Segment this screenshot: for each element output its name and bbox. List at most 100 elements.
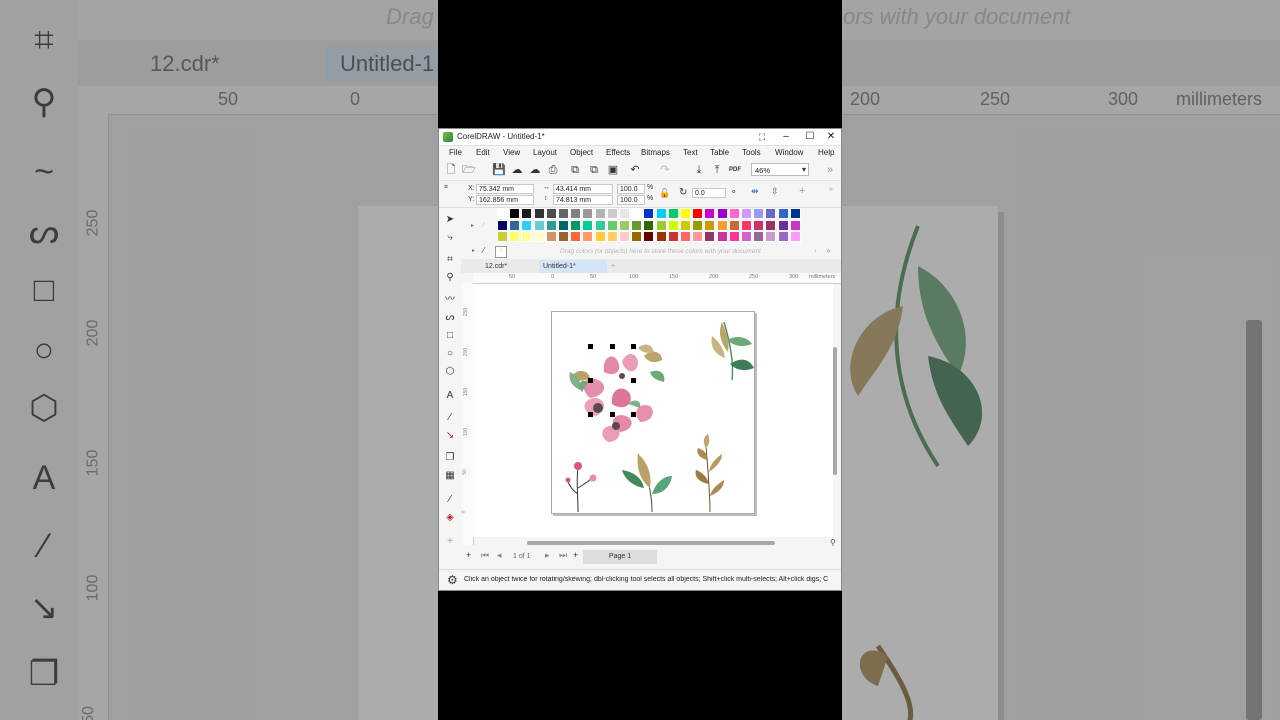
cloud-upload-icon[interactable]: ☁ [510,163,524,177]
color-swatch[interactable] [692,231,704,242]
color-swatch[interactable] [582,219,594,231]
color-swatch[interactable] [753,231,765,242]
cloud-save-icon[interactable]: ☁ [528,163,542,177]
color-swatch[interactable] [509,219,521,231]
color-swatch[interactable] [680,219,691,231]
crop-tool-icon[interactable]: ⌗ [443,253,457,267]
color-swatch[interactable] [521,219,533,231]
first-page-icon[interactable]: ⏮ [481,550,489,561]
color-swatch[interactable] [521,231,533,242]
color-swatch[interactable] [741,219,752,231]
color-swatch[interactable] [631,208,643,219]
color-swatch[interactable] [545,208,557,219]
color-swatch[interactable] [533,219,545,231]
color-swatch[interactable] [558,231,569,242]
rectangle-tool-icon[interactable]: □ [443,329,457,343]
color-swatch[interactable] [643,219,655,231]
copy-icon[interactable]: ⧉ [587,163,601,177]
color-swatch[interactable] [594,219,606,231]
color-swatch[interactable] [497,219,508,231]
zoom-navigator-icon[interactable]: ⚲ [830,538,836,547]
color-swatch[interactable] [545,231,557,242]
palette-eyedropper-icon[interactable]: ⁄ [483,222,484,229]
color-swatch[interactable] [570,231,582,242]
save-icon[interactable]: 💾 [492,163,506,177]
propbar-overflow-icon[interactable]: » [829,186,833,193]
maximize-button[interactable]: ☐ [801,130,819,144]
color-swatch[interactable] [606,231,618,242]
doc-palette-arrow-icon[interactable]: ▸ [472,247,475,254]
color-swatch[interactable] [558,208,569,219]
tab-untitled-1[interactable]: Untitled-1* [539,260,607,273]
color-swatch[interactable] [619,231,630,242]
color-swatch[interactable] [594,208,606,219]
import-icon[interactable]: ⤓ [692,163,706,177]
drop-shadow-tool-icon[interactable]: ❐ [443,451,457,465]
color-swatch[interactable] [606,219,618,231]
eyedropper-tool-icon[interactable]: ⁄ [443,493,457,507]
color-swatch[interactable] [777,208,789,219]
color-swatch[interactable] [680,231,691,242]
add-property-icon[interactable]: + [799,185,805,197]
menu-edit[interactable]: Edit [476,148,490,157]
new-tab-button[interactable]: + [607,260,619,273]
color-swatch[interactable] [606,208,618,219]
polygon-tool-icon[interactable]: ⬡ [443,365,457,379]
transparency-tool-icon[interactable]: ▦ [443,469,457,483]
color-swatch[interactable] [533,208,545,219]
scale-width-field[interactable]: 100.0 [617,184,645,194]
color-swatch[interactable] [497,208,508,219]
selection-handle[interactable] [610,344,615,349]
palette-expand-icon[interactable]: ▸ [471,222,474,229]
color-swatch[interactable] [509,208,521,219]
export-pdf-icon[interactable]: PDF [728,163,742,177]
close-button[interactable]: ✕ [822,130,840,144]
color-swatch[interactable] [582,231,594,242]
color-swatch[interactable] [789,231,801,242]
color-swatch[interactable] [741,208,752,219]
mirror-horizontal-icon[interactable]: ⇹ [751,186,759,197]
color-swatch[interactable] [643,231,655,242]
color-swatch[interactable] [716,219,728,231]
smart-drawing-tool-icon[interactable]: ᔕ [443,311,457,325]
color-swatch[interactable] [765,208,777,219]
color-swatch[interactable] [777,231,789,242]
interactive-fill-tool-icon[interactable]: ◈ [443,511,457,525]
color-swatch[interactable] [704,219,716,231]
color-swatch[interactable] [789,219,801,231]
mirror-vertical-icon[interactable]: ⇳ [771,186,779,197]
color-swatch[interactable] [728,219,740,231]
menu-table[interactable]: Table [710,148,729,157]
shape-tool-icon[interactable]: ⤷ [443,231,457,245]
new-document-icon[interactable]: 🗋 [444,163,458,177]
menu-layout[interactable]: Layout [533,148,557,157]
scale-height-field[interactable]: 100.0 [617,195,645,205]
account-icon[interactable]: ⛶ [753,130,771,144]
color-swatch[interactable] [509,231,521,242]
minimize-button[interactable]: ‒ [777,130,795,144]
color-swatch[interactable] [655,219,667,231]
zoom-tool-icon[interactable]: ⚲ [443,271,457,285]
menu-window[interactable]: Window [775,148,803,157]
color-swatch[interactable] [716,208,728,219]
vertical-scrollbar[interactable] [833,347,837,475]
menu-tools[interactable]: Tools [742,148,761,157]
color-swatch[interactable] [716,231,728,242]
paste-icon[interactable]: ▣ [606,163,620,177]
color-swatch[interactable] [558,219,569,231]
color-swatch[interactable] [667,219,679,231]
scroll-left-icon[interactable]: ‹ [500,247,502,254]
page-tab-1[interactable]: Page 1 [583,550,657,564]
menu-effects[interactable]: Effects [606,148,630,157]
menu-help[interactable]: Help [818,148,834,157]
height-field[interactable]: 74.813 mm [553,195,613,205]
color-swatch[interactable] [728,208,740,219]
rotation-field[interactable]: 0.0 [692,188,726,198]
drawing-canvas[interactable] [473,284,833,537]
selection-handle[interactable] [610,412,615,417]
scroll-right-icon[interactable]: › [814,246,817,255]
color-swatch[interactable] [765,231,777,242]
menu-view[interactable]: View [503,148,520,157]
color-swatch[interactable] [497,231,508,242]
color-swatch[interactable] [533,231,545,242]
